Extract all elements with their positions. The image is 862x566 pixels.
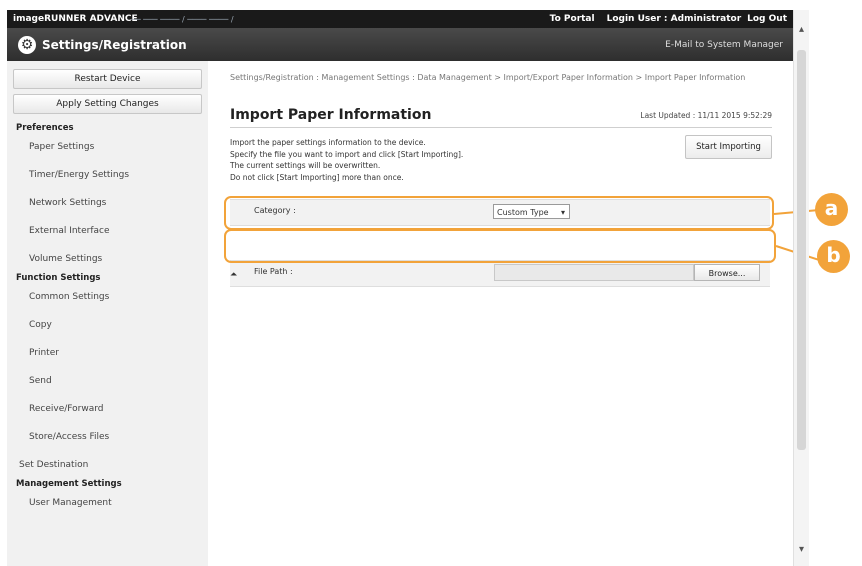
to-portal-link[interactable]: To Portal [550,14,595,24]
callout-badge-a: a [815,193,848,226]
sidebar-item-user-management[interactable]: User Management [7,489,208,517]
file-path-label: File Path : [254,267,293,276]
sidebar-item-send[interactable]: Send [7,367,208,395]
callout-frame-a [224,196,774,230]
sidebar-item-set-destination[interactable]: Set Destination [7,451,208,479]
log-out-link[interactable]: Log Out [747,14,787,24]
file-path-row: File Path : Browse... [230,260,770,287]
description: Import the paper settings information to… [230,137,680,183]
sidebar-item-timer-energy[interactable]: Timer/Energy Settings [7,161,208,189]
title-bar: ⚙ Settings/Registration E-Mail to System… [7,28,793,61]
browse-button[interactable]: Browse... [694,264,760,281]
sidebar-group-preferences: Preferences [16,123,74,133]
main-content: Settings/Registration : Management Setti… [208,61,793,566]
page-title: Import Paper Information [230,107,432,123]
sidebar-item-printer[interactable]: Printer [7,339,208,367]
callout-frame-b [224,229,776,263]
last-updated-text: Last Updated : 11/11 2015 9:52:29 [640,111,772,120]
settings-gear-icon: ⚙ [18,35,36,54]
sidebar-item-volume[interactable]: Volume Settings [7,245,208,273]
scroll-down-arrow-icon[interactable]: ▾ [794,544,809,555]
sidebar-item-network[interactable]: Network Settings [7,189,208,217]
description-line: The current settings will be overwritten… [230,161,381,170]
description-line: Import the paper settings information to… [230,138,426,147]
email-system-manager-link[interactable]: E-Mail to System Manager [665,40,783,50]
scroll-up-arrow-icon[interactable]: ▴ [794,24,809,35]
scroll-thumb[interactable] [797,50,806,450]
restart-device-button[interactable]: Restart Device [13,69,202,89]
file-path-input[interactable] [494,264,694,281]
sidebar-item-paper-settings[interactable]: Paper Settings [7,133,208,161]
start-importing-button[interactable]: Start Importing [685,135,772,159]
sidebar-item-copy[interactable]: Copy [7,311,208,339]
title-divider [230,127,772,128]
back-to-top-icon[interactable]: ⏶ [230,270,237,280]
sidebar-group-management: Management Settings [16,479,122,489]
sidebar-item-receive-forward[interactable]: Receive/Forward [7,395,208,423]
brand-name: imageRUNNER ADVANCE [13,14,138,24]
sidebar: Restart Device Apply Setting Changes Pre… [7,61,209,566]
sidebar-item-store-access[interactable]: Store/Access Files [7,423,208,451]
sidebar-item-common-settings[interactable]: Common Settings [7,283,208,311]
description-line: Do not click [Start Importing] more than… [230,172,404,182]
app-title: Settings/Registration [42,37,187,52]
vertical-scrollbar[interactable]: ▴ ▾ [793,10,809,566]
description-line: Specify the file you want to import and … [230,149,464,159]
apply-setting-changes-button[interactable]: Apply Setting Changes [13,94,202,114]
app-window: imageRUNNER ADVANCE ── ─── ──── / ──── ─… [0,0,862,566]
callout-badge-b: b [817,240,850,273]
device-status-text: ── ─── ──── / ──── ──── / [131,14,234,24]
breadcrumb: Settings/Registration : Management Setti… [230,73,746,82]
sidebar-item-external-interface[interactable]: External Interface [7,217,208,245]
top-bar: imageRUNNER ADVANCE ── ─── ──── / ──── ─… [7,10,793,28]
login-user-label: Login User : Administrator [606,14,742,24]
sidebar-group-function: Function Settings [16,273,101,283]
